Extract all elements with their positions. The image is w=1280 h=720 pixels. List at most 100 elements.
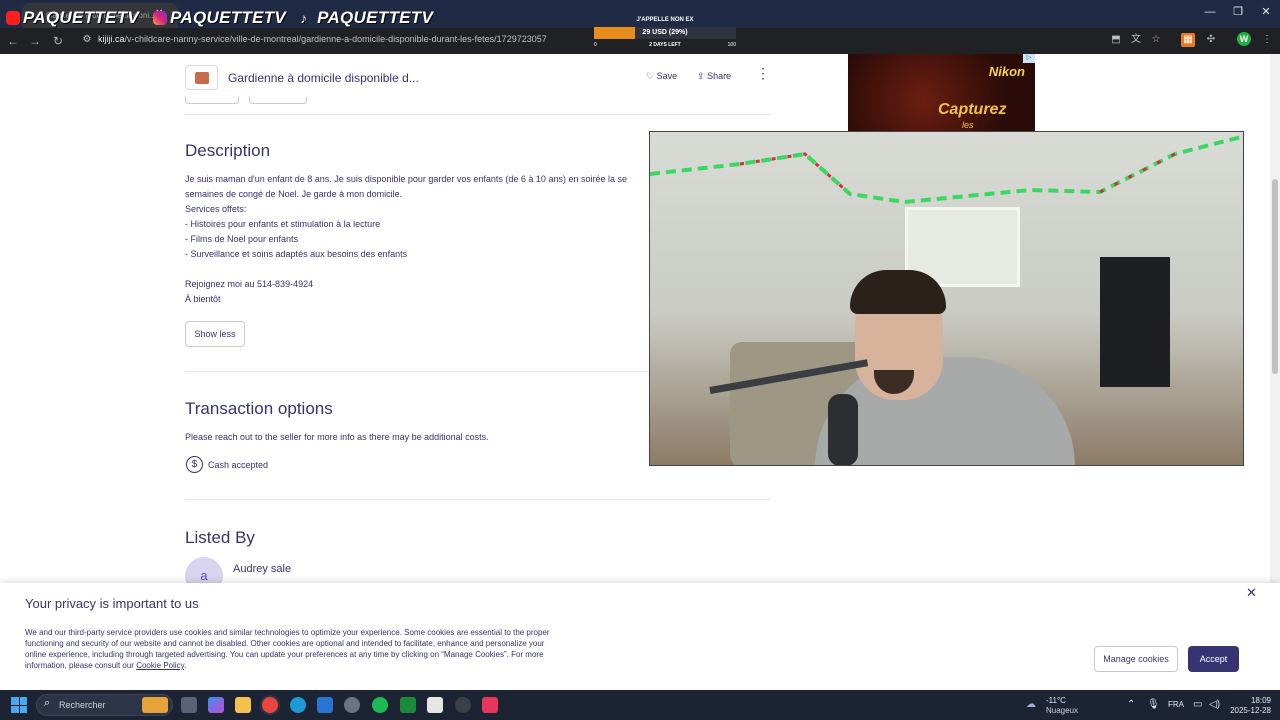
translate-icon[interactable]: 文 bbox=[1129, 33, 1143, 47]
window-controls: — ❐ ✕ bbox=[1196, 0, 1280, 28]
instagram-icon bbox=[153, 11, 168, 25]
install-app-icon[interactable]: ⬒ bbox=[1109, 33, 1123, 47]
tiktok-live-icon[interactable] bbox=[482, 697, 498, 713]
listed-by-heading: Listed By bbox=[185, 528, 255, 547]
browser-menu-icon[interactable]: ⋮ bbox=[1260, 33, 1274, 47]
search-icon: ⌕ bbox=[44, 697, 51, 709]
extension-icon[interactable]: ▦ bbox=[1181, 33, 1195, 47]
url-text[interactable]: kijiji.ca/v-childcare-nanny-service/vill… bbox=[98, 34, 547, 44]
seller-name[interactable]: Audrey sale bbox=[233, 563, 291, 575]
share-button[interactable]: ⇪ Share bbox=[697, 71, 731, 82]
donation-goal-widget: J'APPELLE NON EX 29 USD (29%) 0 2 DAYS L… bbox=[594, 17, 736, 49]
scrollbar-thumb[interactable] bbox=[1272, 179, 1278, 374]
site-info-icon[interactable]: ⚙ bbox=[80, 33, 94, 47]
cash-accepted-label: Cash accepted bbox=[208, 460, 269, 470]
show-less-button[interactable]: Show less bbox=[185, 321, 245, 347]
back-icon[interactable]: ← bbox=[4, 32, 22, 50]
description-heading: Description bbox=[185, 141, 271, 160]
stream-overlay-brands: PAQUETTETV PAQUETTETV ♪ PAQUETTETV bbox=[6, 8, 433, 28]
task-view-icon[interactable] bbox=[181, 697, 197, 713]
weather-temperature[interactable]: -11°C bbox=[1046, 696, 1066, 705]
webcam-video-overlay bbox=[649, 131, 1244, 466]
mail-icon[interactable] bbox=[317, 697, 333, 713]
divider bbox=[185, 499, 771, 500]
spotify-icon[interactable] bbox=[372, 697, 388, 713]
donation-amount: 29 USD (29%) bbox=[642, 29, 688, 36]
volume-icon[interactable]: ◁) bbox=[1209, 699, 1220, 710]
microphone bbox=[828, 394, 858, 465]
description-line: - Histoires pour enfants et stimulation … bbox=[185, 219, 381, 229]
input-language[interactable]: FRA bbox=[1168, 700, 1184, 709]
privacy-title: Your privacy is important to us bbox=[25, 596, 199, 611]
restore-icon[interactable]: ❐ bbox=[1224, 0, 1252, 28]
listing-thumbnail[interactable] bbox=[185, 65, 218, 90]
manage-cookies-button[interactable]: Manage cookies bbox=[1094, 646, 1178, 672]
description-line: À bientôt bbox=[185, 294, 221, 304]
window-close-icon[interactable]: ✕ bbox=[1252, 0, 1280, 28]
partial-button[interactable] bbox=[185, 97, 239, 104]
search-highlight-icon[interactable] bbox=[142, 697, 168, 713]
youtube-brand: PAQUETTETV bbox=[6, 8, 139, 28]
more-options-icon[interactable]: ⋮ bbox=[756, 66, 770, 80]
forward-icon[interactable]: → bbox=[26, 32, 44, 50]
description-line: Rejoignez moi au 514-839-4924 bbox=[185, 279, 314, 289]
streamer-hair bbox=[850, 270, 946, 314]
donation-days-left: 2 DAYS LEFT bbox=[649, 42, 681, 48]
sticky-listing-header: Gardienne à domicile disponible d... ♡ S… bbox=[185, 62, 771, 98]
youtube-icon bbox=[6, 11, 20, 25]
microphone-tray-icon[interactable]: 🎙 bbox=[1147, 699, 1160, 710]
taskbar-search-placeholder: Rechercher bbox=[59, 700, 106, 710]
description-line: Services offets: bbox=[185, 204, 247, 214]
instagram-brand: PAQUETTETV bbox=[153, 8, 286, 28]
weather-icon[interactable]: ☁ bbox=[1026, 699, 1036, 710]
led-light-strip bbox=[650, 134, 1243, 205]
clock-date[interactable]: 2025-12-28 bbox=[1228, 706, 1271, 715]
minimize-icon[interactable]: — bbox=[1196, 0, 1224, 28]
save-button[interactable]: ♡ Save bbox=[646, 71, 677, 82]
clock-time[interactable]: 18:09 bbox=[1233, 696, 1271, 705]
copilot-icon[interactable] bbox=[208, 697, 224, 713]
extensions-puzzle-icon[interactable]: ✣ bbox=[1204, 33, 1218, 47]
donation-title: J'APPELLE NON EX bbox=[636, 17, 694, 23]
bookmark-star-icon[interactable]: ☆ bbox=[1149, 33, 1163, 47]
dollar-icon: $ bbox=[186, 456, 203, 473]
weather-condition[interactable]: Nuageux bbox=[1046, 706, 1078, 715]
cookie-policy-link[interactable]: Cookie Policy bbox=[136, 661, 184, 670]
ad-text-line2: les bbox=[962, 120, 974, 130]
close-icon[interactable]: ✕ bbox=[1246, 585, 1257, 601]
profile-avatar[interactable]: W bbox=[1237, 32, 1251, 46]
tiktok-brand: ♪ PAQUETTETV bbox=[300, 8, 434, 27]
description-line: - Films de Noel pour enfants bbox=[185, 234, 299, 244]
listing-title: Gardienne à domicile disponible d... bbox=[228, 71, 419, 85]
description-line: Je suis maman d'un enfant de 8 ans. Je s… bbox=[185, 174, 627, 184]
ad-text: Capturez bbox=[938, 101, 1007, 118]
heart-icon: ♡ bbox=[646, 71, 655, 81]
share-icon: ⇪ bbox=[697, 71, 705, 81]
divider bbox=[185, 114, 771, 115]
store-icon[interactable] bbox=[427, 697, 443, 713]
tiktok-icon: ♪ bbox=[300, 10, 308, 26]
ad-brand: Nikon bbox=[988, 64, 1025, 79]
windows-start-icon[interactable] bbox=[11, 697, 27, 713]
description-line: - Surveillance et soins adaptés aux beso… bbox=[185, 249, 408, 259]
description-line: semaines de congé de Noel. Je garde à mo… bbox=[185, 189, 403, 199]
transaction-text: Please reach out to the seller for more … bbox=[185, 432, 489, 442]
privacy-body: We and our third-party service providers… bbox=[25, 628, 550, 670]
advertisement[interactable]: ▷ Nikon Capturez les bbox=[848, 54, 1035, 132]
chrome-icon[interactable] bbox=[262, 697, 278, 713]
tray-chevron-icon[interactable]: ⌃ bbox=[1127, 699, 1135, 710]
transaction-heading: Transaction options bbox=[185, 399, 333, 418]
reload-icon[interactable]: ↻ bbox=[49, 32, 67, 50]
room-television bbox=[1100, 257, 1170, 387]
privacy-banner: Your privacy is important to us We and o… bbox=[0, 583, 1280, 690]
xbox-icon[interactable] bbox=[400, 697, 416, 713]
partial-button[interactable] bbox=[249, 97, 307, 104]
network-icon[interactable]: ▭ bbox=[1193, 699, 1202, 710]
accept-button[interactable]: Accept bbox=[1188, 646, 1239, 672]
donation-max: 100 bbox=[727, 42, 736, 48]
file-explorer-icon[interactable] bbox=[235, 697, 251, 713]
obs-icon[interactable] bbox=[455, 697, 471, 713]
adchoices-icon[interactable]: ▷ bbox=[1023, 54, 1035, 63]
edge-icon[interactable] bbox=[290, 697, 306, 713]
settings-gear-icon[interactable] bbox=[344, 697, 360, 713]
